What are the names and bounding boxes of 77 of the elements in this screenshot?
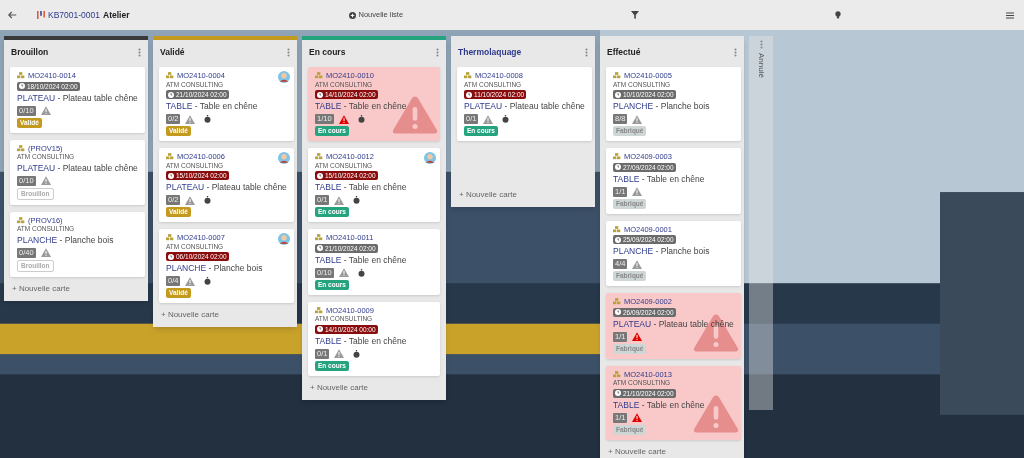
boxes-icon: [613, 370, 621, 378]
more-options-icon[interactable]: [138, 47, 141, 57]
product-title: PLATEAU - Plateau table chêne: [166, 182, 287, 193]
new-card-button[interactable]: + Nouvelle carte: [451, 185, 595, 205]
boxes-icon: [166, 234, 174, 242]
product-title: TABLE - Table en chêne: [166, 101, 259, 112]
more-options-icon[interactable]: [287, 47, 290, 57]
product-title: PLATEAU - Plateau table chêne: [17, 162, 138, 174]
avatar-icon: [277, 233, 290, 245]
more-options-icon[interactable]: [436, 47, 439, 57]
product-title: TABLE - Table en chêne: [613, 399, 706, 411]
column-title: Brouillon: [11, 45, 49, 59]
boxes-icon: [315, 153, 323, 161]
new-card-button[interactable]: + Nouvelle carte: [153, 305, 297, 325]
boxes-icon: [613, 298, 621, 306]
product-title: PLATEAU - Plateau table chêne: [613, 318, 734, 330]
product-title: PLANCHE - Planche bois: [613, 246, 711, 257]
boxes-icon: [17, 72, 25, 80]
new-card-button[interactable]: + Nouvelle carte: [302, 377, 446, 398]
clock-icon: [615, 164, 621, 170]
boxes-icon: [464, 72, 472, 80]
boxes-icon: [315, 234, 323, 242]
clock-icon: [317, 326, 323, 332]
large-warning-icon: [692, 312, 739, 353]
clock-icon: [317, 91, 323, 98]
product-title: TABLE - Table en chêne: [315, 101, 408, 112]
product-title: PLANCHE - Planche bois: [166, 263, 264, 274]
clock-icon: [615, 236, 621, 243]
board-icon: [37, 11, 45, 19]
clock-icon: [168, 91, 174, 98]
boxes-icon: [17, 216, 25, 224]
more-options-icon[interactable]: [734, 47, 737, 57]
avatar-icon: [424, 152, 436, 164]
boxes-icon: [613, 153, 621, 161]
column-title: Thermolaquage: [458, 45, 522, 59]
column-title: Validé: [160, 45, 185, 59]
collapsed-column[interactable]: Annulé: [749, 36, 773, 410]
more-options-icon[interactable]: [759, 40, 763, 49]
boxes-icon: [166, 72, 174, 80]
new-card-button[interactable]: + Nouvelle carte: [4, 278, 148, 299]
boxes-icon: [17, 144, 25, 152]
clock-icon: [19, 83, 25, 89]
clock-icon: [615, 390, 621, 396]
column-title: Annulé: [756, 53, 767, 78]
clock-icon: [466, 91, 472, 98]
boxes-icon: [315, 72, 323, 80]
board-ref[interactable]: KB7001-0001: [48, 8, 100, 22]
product-title: PLANCHE - Planche bois: [17, 234, 115, 246]
boxes-icon: [613, 225, 621, 233]
filter-icon[interactable]: [631, 11, 640, 19]
clock-icon: [615, 309, 621, 315]
menu-icon[interactable]: [1006, 11, 1014, 19]
product-title: PLANCHE - Planche bois: [613, 101, 711, 112]
plus-circle-icon: [349, 11, 357, 19]
column-title: En cours: [309, 45, 346, 59]
clock-icon: [317, 172, 323, 179]
product-title: TABLE - Table en chêne: [315, 182, 408, 193]
clock-icon: [317, 245, 323, 251]
product-title: TABLE - Table en chêne: [315, 254, 408, 266]
boxes-icon: [613, 72, 621, 80]
boxes-icon: [166, 153, 174, 161]
more-options-icon[interactable]: [585, 47, 588, 57]
product-title: TABLE - Table en chêne: [315, 335, 408, 347]
lightbulb-icon[interactable]: [835, 11, 842, 19]
clock-icon: [615, 91, 621, 98]
board-name: Atelier: [103, 8, 130, 22]
new-card-button[interactable]: + Nouvelle carte: [600, 441, 744, 458]
product-title: TABLE - Table en chêne: [613, 173, 706, 185]
boxes-icon: [315, 306, 323, 314]
product-title: PLATEAU - Plateau table chêne: [17, 92, 138, 104]
clock-icon: [168, 172, 174, 179]
avatar-icon: [277, 152, 290, 164]
clock-icon: [168, 253, 174, 260]
column-title: Effectué: [607, 45, 641, 59]
avatar-icon: [277, 71, 290, 83]
product-title: PLATEAU - Plateau table chêne: [464, 101, 585, 112]
back-arrow-icon[interactable]: [8, 11, 17, 19]
